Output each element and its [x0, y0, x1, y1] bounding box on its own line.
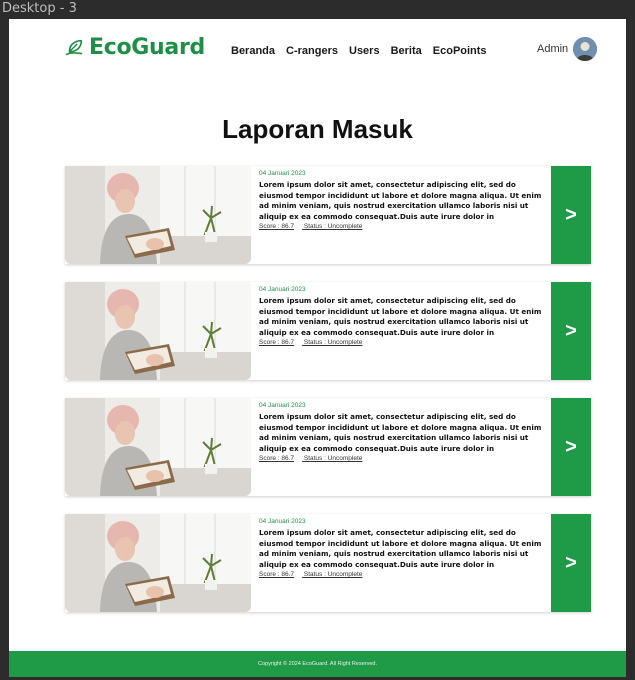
woman-reading-image-icon: [65, 398, 251, 496]
report-meta: Score : 86.7 Status : Uncomplete: [259, 571, 545, 578]
report-description: Lorem ipsum dolor sit amet, consectetur …: [259, 296, 542, 337]
report-score: Score : 86.7: [259, 571, 295, 579]
chevron-right-icon: >: [565, 203, 577, 226]
page-canvas: EcoGuard Beranda C-rangers Users Berita …: [9, 19, 626, 677]
nav-c-rangers[interactable]: C-rangers: [286, 45, 338, 57]
nav-beranda[interactable]: Beranda: [231, 45, 275, 57]
chevron-right-icon: >: [565, 435, 577, 458]
page-title: Laporan Masuk: [222, 114, 413, 144]
report-content: 04 Januari 2023 Lorem ipsum dolor sit am…: [259, 402, 545, 462]
report-date: 04 Januari 2023: [259, 518, 306, 525]
report-score: Score : 86.7: [259, 339, 295, 347]
top-navbar: EcoGuard Beranda C-rangers Users Berita …: [9, 19, 626, 83]
user-menu[interactable]: Admin: [537, 37, 598, 61]
report-card: 04 Januari 2023 Lorem ipsum dolor sit am…: [65, 166, 591, 264]
report-photo: [65, 514, 251, 612]
woman-reading-image-icon: [65, 282, 251, 380]
report-status: Status : Uncomplete: [303, 455, 363, 463]
report-date: 04 Januari 2023: [259, 170, 306, 177]
report-photo: [65, 166, 251, 264]
report-meta: Score : 86.7 Status : Uncomplete: [259, 223, 545, 230]
report-content: 04 Januari 2023 Lorem ipsum dolor sit am…: [259, 170, 545, 230]
report-card: 04 Januari 2023 Lorem ipsum dolor sit am…: [65, 398, 591, 496]
nav-users[interactable]: Users: [349, 45, 380, 57]
chevron-right-icon: >: [565, 319, 577, 342]
user-label: Admin: [537, 43, 569, 55]
report-description: Lorem ipsum dolor sit amet, consectetur …: [259, 180, 542, 221]
report-card: 04 Januari 2023 Lorem ipsum dolor sit am…: [65, 282, 591, 380]
report-status: Status : Uncomplete: [303, 223, 363, 231]
report-list: 04 Januari 2023 Lorem ipsum dolor sit am…: [65, 166, 591, 630]
open-report-button[interactable]: >: [551, 166, 591, 264]
report-status: Status : Uncomplete: [303, 339, 363, 347]
report-card: 04 Januari 2023 Lorem ipsum dolor sit am…: [65, 514, 591, 612]
nav-berita[interactable]: Berita: [391, 45, 422, 57]
report-photo: [65, 398, 251, 496]
brand-name: EcoGuard: [89, 35, 205, 60]
chevron-right-icon: >: [565, 551, 577, 574]
report-content: 04 Januari 2023 Lorem ipsum dolor sit am…: [259, 286, 545, 346]
frame-label: Desktop - 3: [2, 1, 77, 16]
open-report-button[interactable]: >: [551, 398, 591, 496]
nav-ecopoints[interactable]: EcoPoints: [433, 45, 487, 57]
main-menu: Beranda C-rangers Users Berita EcoPoints: [231, 45, 498, 57]
report-score: Score : 86.7: [259, 223, 295, 231]
open-report-button[interactable]: >: [551, 514, 591, 612]
report-date: 04 Januari 2023: [259, 402, 306, 409]
report-date: 04 Januari 2023: [259, 286, 306, 293]
brand-logo[interactable]: EcoGuard: [63, 35, 205, 60]
report-meta: Score : 86.7 Status : Uncomplete: [259, 339, 545, 346]
woman-reading-image-icon: [65, 514, 251, 612]
report-status: Status : Uncomplete: [303, 571, 363, 579]
report-photo: [65, 282, 251, 380]
user-avatar-icon: [573, 37, 598, 61]
footer: Copyright © 2024 EcoGuard. All Right Res…: [9, 651, 626, 677]
report-meta: Score : 86.7 Status : Uncomplete: [259, 455, 545, 462]
footer-copyright: Copyright © 2024 EcoGuard. All Right Res…: [257, 661, 377, 667]
leaf-hand-icon: [65, 39, 83, 55]
avatar[interactable]: [573, 37, 598, 61]
report-description: Lorem ipsum dolor sit amet, consectetur …: [259, 528, 542, 569]
report-score: Score : 86.7: [259, 455, 295, 463]
woman-reading-image-icon: [65, 166, 251, 264]
report-content: 04 Januari 2023 Lorem ipsum dolor sit am…: [259, 518, 545, 578]
open-report-button[interactable]: >: [551, 282, 591, 380]
report-description: Lorem ipsum dolor sit amet, consectetur …: [259, 412, 542, 453]
